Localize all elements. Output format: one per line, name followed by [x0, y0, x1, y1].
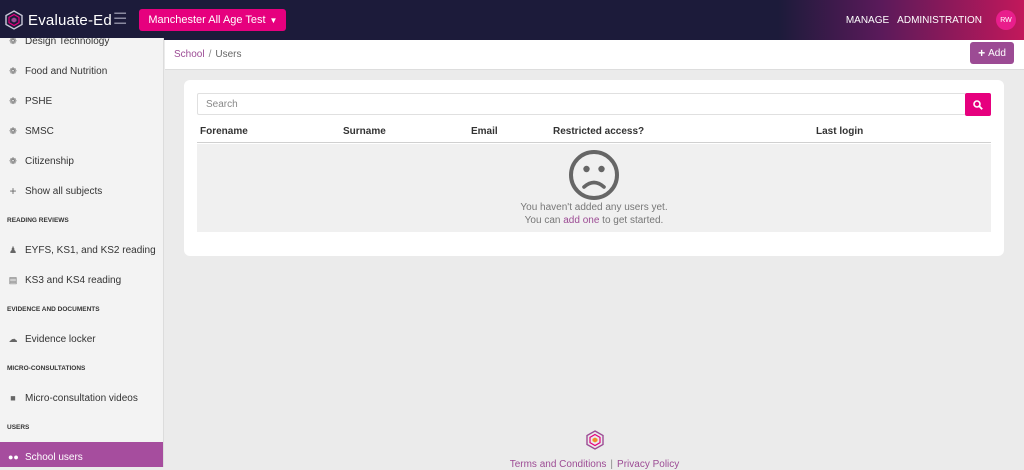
cloud-upload-icon: ☁ [8, 333, 18, 344]
brain-icon: ❁ [9, 125, 17, 136]
caret-down-icon: ▼ [269, 15, 278, 25]
add-user-button[interactable]: + Add [970, 42, 1014, 64]
sidebar-item-label: Evidence locker [25, 333, 96, 345]
users-icon: ●● [8, 452, 19, 462]
breadcrumb-bar: School / Users + Add [165, 40, 1024, 70]
search-input[interactable]: Search [197, 93, 966, 115]
search-icon [973, 99, 983, 110]
sidebar-item-evidence-locker[interactable]: ☁ Evidence locker [0, 324, 163, 354]
empty-hint-prefix: You can [524, 215, 564, 226]
brain-icon: ❁ [9, 155, 17, 166]
child-reading-icon: ♟ [8, 244, 18, 255]
sidebar-item-label: Show all subjects [25, 185, 103, 197]
column-last-login[interactable]: Last login [816, 126, 863, 137]
section-heading-reading: READING REVIEWS [7, 217, 69, 224]
sidebar-item-micro-videos[interactable]: ■ Micro-consultation videos [0, 383, 163, 413]
sidebar-item-label: EYFS, KS1, and KS2 reading [25, 244, 156, 256]
sidebar-item-label: Citizenship [25, 155, 74, 167]
sidebar-item-label: Design Technology [25, 38, 110, 47]
sidebar-item-pshe[interactable]: ❁ PSHE [0, 86, 163, 116]
sidebar-item-food-nutrition[interactable]: ❁ Food and Nutrition [0, 56, 163, 86]
section-heading-evidence: EVIDENCE AND DOCUMENTS [7, 306, 100, 313]
footer-logo-icon [585, 430, 604, 450]
breadcrumb-current: Users [215, 49, 242, 60]
privacy-link[interactable]: Privacy Policy [617, 459, 679, 470]
sad-face-icon [569, 150, 619, 200]
sidebar-item-eyfs-reading[interactable]: ♟ EYFS, KS1, and KS2 reading [0, 235, 163, 265]
sidebar-item-label: Food and Nutrition [25, 65, 108, 77]
sidebar-item-design-technology[interactable]: ❁ Design Technology [0, 38, 163, 56]
book-icon: ▤ [8, 274, 18, 285]
top-navbar: Evaluate-Ed ☰ Manchester All Age Test ▼ … [0, 0, 1024, 40]
footer-separator: | [610, 459, 614, 470]
empty-hint-suffix: to get started. [599, 215, 664, 226]
users-card: Search Forename Surname Email Restricted… [184, 80, 1004, 256]
nav-administration[interactable]: ADMINISTRATION [897, 15, 982, 26]
breadcrumb: School / Users [174, 49, 241, 60]
sidebar-item-citizenship[interactable]: ❁ Citizenship [0, 146, 163, 176]
plus-icon: + [9, 184, 17, 198]
sidebar-item-ks3-reading[interactable]: ▤ KS3 and KS4 reading [0, 265, 163, 295]
sidebar-item-label: PSHE [25, 95, 53, 107]
avatar[interactable]: RW [996, 10, 1016, 30]
logo[interactable]: Evaluate-Ed [4, 10, 129, 30]
empty-state: You haven't added any users yet. You can… [197, 144, 991, 232]
logo-hexagon-icon [5, 10, 23, 30]
add-one-link[interactable]: add one [563, 215, 599, 226]
breadcrumb-school-link[interactable]: School [174, 49, 205, 60]
footer: Terms and Conditions | Privacy Policy [165, 430, 1024, 470]
empty-hint: You can add one to get started. [197, 215, 991, 226]
plus-icon: + [978, 46, 986, 60]
column-email[interactable]: Email [471, 126, 498, 137]
nav-manage[interactable]: MANAGE [846, 15, 889, 26]
brain-icon: ❁ [9, 38, 17, 46]
section-heading-micro: MICRO-CONSULTATIONS [7, 365, 86, 372]
sidebar-item-label: KS3 and KS4 reading [25, 274, 122, 286]
sidebar-item-school-users[interactable]: ●● School users [0, 442, 163, 467]
logo-text: Evaluate-Ed [28, 11, 112, 29]
sidebar: ❁ Design Technology ❁ Food and Nutrition ❁… [0, 38, 164, 467]
table-header: Forename Surname Email Restricted access… [197, 123, 991, 143]
section-heading-users: USERS [7, 424, 30, 431]
terms-link[interactable]: Terms and Conditions [510, 459, 607, 470]
sidebar-item-smsc[interactable]: ❁ SMSC [0, 116, 163, 146]
empty-message: You haven't added any users yet. [520, 202, 668, 213]
sidebar-item-label: SMSC [25, 125, 54, 137]
search-button[interactable] [965, 93, 991, 116]
column-surname[interactable]: Surname [343, 126, 386, 137]
brain-icon: ❁ [9, 95, 17, 106]
hamburger-menu-icon[interactable]: ☰ [113, 12, 127, 28]
school-selector-label: Manchester All Age Test [148, 14, 266, 26]
brain-icon: ❁ [9, 65, 17, 76]
breadcrumb-separator: / [208, 49, 212, 60]
school-selector-dropdown[interactable]: Manchester All Age Test ▼ [139, 9, 287, 31]
sidebar-item-label: Micro-consultation videos [25, 392, 138, 404]
sidebar-item-show-all-subjects[interactable]: + Show all subjects [0, 176, 163, 206]
column-forename[interactable]: Forename [200, 126, 248, 137]
video-icon: ■ [10, 393, 16, 403]
sidebar-item-label: School users [25, 451, 83, 463]
column-restricted-access[interactable]: Restricted access? [553, 126, 644, 137]
add-button-label: Add [988, 47, 1006, 59]
